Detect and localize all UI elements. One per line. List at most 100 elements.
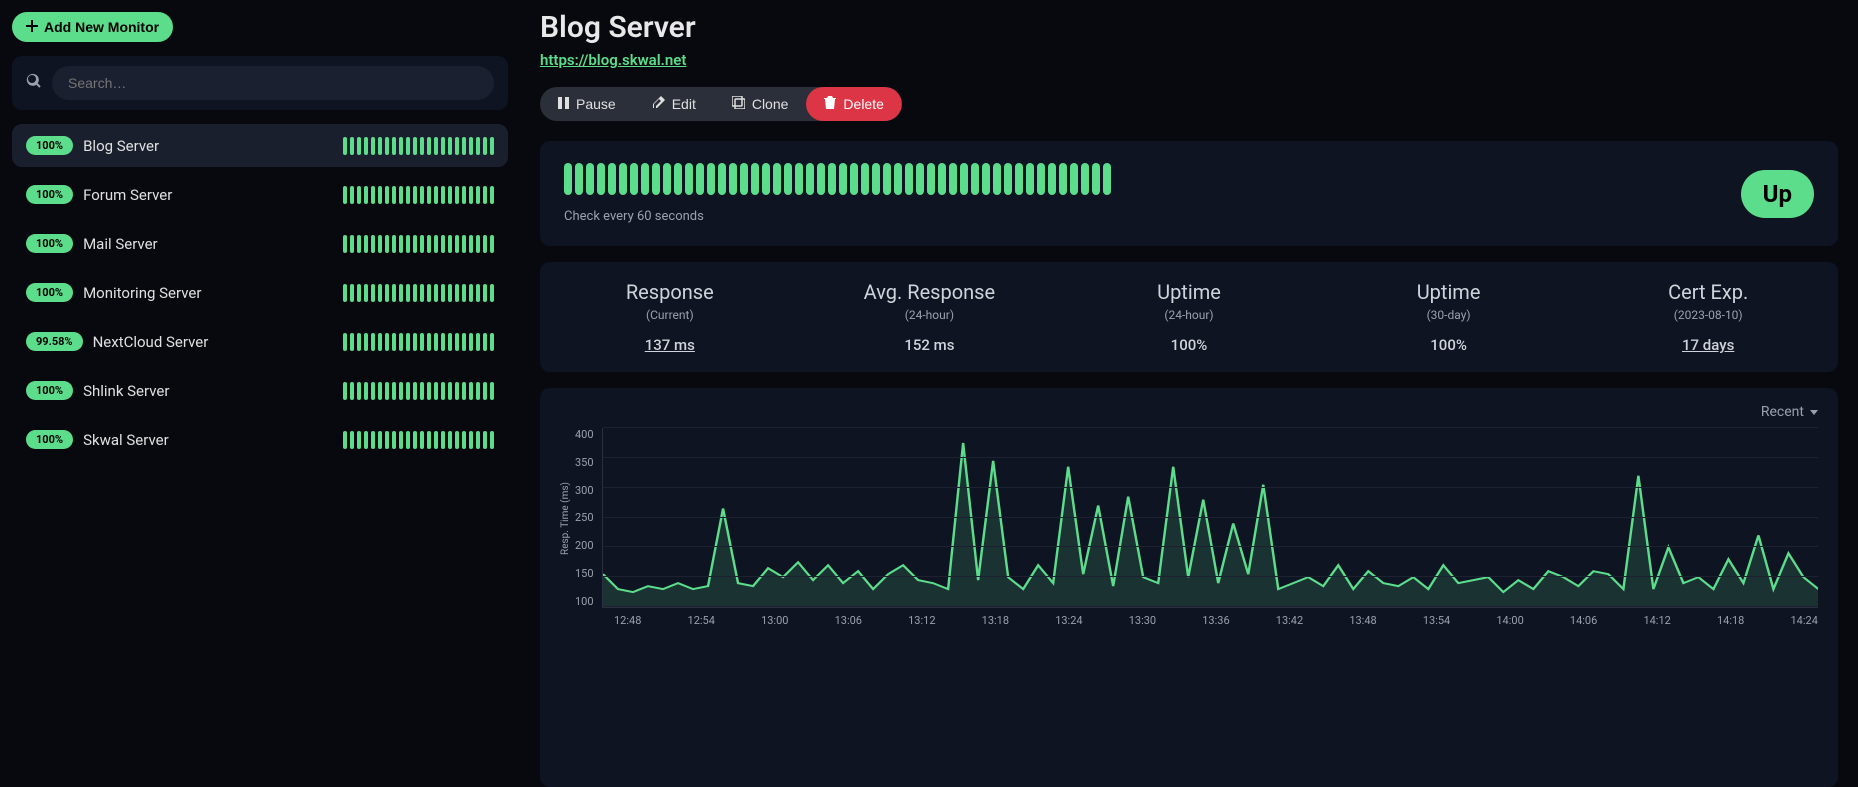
stat-value[interactable]: 137 ms — [540, 336, 800, 354]
edit-button[interactable]: Edit — [634, 87, 714, 121]
monitor-name: Forum Server — [83, 186, 172, 204]
stat-uptime: Uptime (24-hour) 100% — [1059, 280, 1319, 354]
y-tick: 200 — [575, 539, 594, 552]
stat-value: 100% — [1059, 336, 1319, 354]
stat-avg-response: Avg. Response (24-hour) 152 ms — [800, 280, 1060, 354]
chart-card: Recent Resp. Time (ms) 40035030025020015… — [540, 388, 1838, 787]
monitor-name: Skwal Server — [83, 431, 169, 449]
y-tick: 100 — [575, 595, 594, 608]
uptime-badge: 100% — [26, 136, 73, 155]
sidebar-item-monitoring-server[interactable]: 100% Monitoring Server — [12, 271, 508, 314]
pause-label: Pause — [576, 96, 616, 112]
y-tick: 150 — [575, 567, 594, 580]
sidebar-item-shlink-server[interactable]: 100%Shlink Server — [12, 369, 508, 412]
edit-icon — [652, 96, 665, 112]
main-panel: Blog Server https://blog.skwal.net Pause… — [520, 0, 1858, 787]
x-tick: 14:00 — [1496, 614, 1523, 627]
stats-row: Response (Current) 137 msAvg. Response (… — [540, 262, 1838, 372]
mini-heartbeat — [343, 333, 494, 351]
pause-icon — [558, 96, 569, 112]
chart-range-label: Recent — [1761, 404, 1804, 420]
delete-button[interactable]: Delete — [806, 87, 901, 121]
x-tick: 13:30 — [1129, 614, 1156, 627]
response-chart: Resp. Time (ms) 400350300250200150100 — [560, 428, 1818, 608]
x-tick: 13:42 — [1276, 614, 1303, 627]
trash-icon — [824, 96, 836, 112]
x-tick: 14:24 — [1791, 614, 1818, 627]
check-interval-text: Check every 60 seconds — [564, 209, 1111, 224]
x-tick: 13:48 — [1349, 614, 1376, 627]
stat-value: 100% — [1319, 336, 1579, 354]
pause-button[interactable]: Pause — [540, 87, 634, 121]
stat-title: Cert Exp. — [1578, 280, 1838, 304]
search-icon — [26, 73, 42, 93]
status-card: Check every 60 seconds Up — [540, 141, 1838, 246]
stat-title: Uptime — [1319, 280, 1579, 304]
edit-label: Edit — [672, 96, 696, 112]
x-tick: 13:12 — [908, 614, 935, 627]
search-input[interactable] — [52, 66, 494, 100]
stat-sub: (30-day) — [1319, 308, 1579, 322]
uptime-badge: 100% — [26, 234, 73, 253]
plus-icon — [26, 19, 38, 35]
x-tick: 14:06 — [1570, 614, 1597, 627]
sidebar: Add New Monitor 100% Blog Server 100% Forum… — [0, 0, 520, 787]
x-tick: 14:12 — [1643, 614, 1670, 627]
x-tick: 13:24 — [1055, 614, 1082, 627]
monitor-name: Monitoring Server — [83, 284, 201, 302]
delete-label: Delete — [843, 96, 883, 112]
stat-value[interactable]: 17 days — [1578, 336, 1838, 354]
chevron-down-icon — [1810, 410, 1818, 415]
uptime-badge: 100% — [26, 283, 73, 302]
monitor-list: 100% Blog Server 100% Forum Server 100% Mail … — [12, 124, 508, 461]
sidebar-item-forum-server[interactable]: 100% Forum Server — [12, 173, 508, 216]
clone-icon — [732, 96, 745, 112]
stat-title: Uptime — [1059, 280, 1319, 304]
x-tick: 12:48 — [614, 614, 641, 627]
sidebar-item-blog-server[interactable]: 100% Blog Server — [12, 124, 508, 167]
y-axis: 400350300250200150100 — [575, 428, 602, 608]
sidebar-item-nextcloud-server[interactable]: 99.58%NextCloud Server — [12, 320, 508, 363]
status-badge: Up — [1741, 170, 1814, 218]
x-axis: 12:48 12:54 13:00 13:06 13:12 13:18 13:24 13:30… — [560, 614, 1818, 627]
x-tick: 13:54 — [1423, 614, 1450, 627]
stat-title: Avg. Response — [800, 280, 1060, 304]
mini-heartbeat — [343, 284, 494, 302]
x-tick: 12:54 — [688, 614, 715, 627]
clone-button[interactable]: Clone — [714, 87, 807, 121]
sidebar-item-mail-server[interactable]: 100% Mail Server — [12, 222, 508, 265]
stat-cert-exp-: Cert Exp. (2023-08-10) 17 days — [1578, 280, 1838, 354]
y-tick: 350 — [575, 456, 594, 469]
clone-label: Clone — [752, 96, 789, 112]
mini-heartbeat — [343, 431, 494, 449]
monitor-name: NextCloud Server — [93, 333, 209, 351]
mini-heartbeat — [343, 382, 494, 400]
stat-response: Response (Current) 137 ms — [540, 280, 800, 354]
monitor-name: Mail Server — [83, 235, 158, 253]
mini-heartbeat — [343, 137, 494, 155]
monitor-url[interactable]: https://blog.skwal.net — [540, 51, 1838, 69]
add-monitor-label: Add New Monitor — [44, 19, 159, 35]
x-tick: 13:06 — [835, 614, 862, 627]
stat-title: Response — [540, 280, 800, 304]
search-box — [12, 56, 508, 110]
stat-sub: (24-hour) — [800, 308, 1060, 322]
add-monitor-button[interactable]: Add New Monitor — [12, 12, 173, 42]
stat-value: 152 ms — [800, 336, 1060, 354]
x-tick: 13:00 — [761, 614, 788, 627]
monitor-name: Blog Server — [83, 137, 159, 155]
mini-heartbeat — [343, 235, 494, 253]
uptime-badge: 100% — [26, 185, 73, 204]
sidebar-item-skwal-server[interactable]: 100% Skwal Server — [12, 418, 508, 461]
heartbeat-bars — [564, 163, 1111, 195]
mini-heartbeat — [343, 186, 494, 204]
y-tick: 400 — [575, 428, 594, 441]
stat-sub: (24-hour) — [1059, 308, 1319, 322]
stat-sub: (2023-08-10) — [1578, 308, 1838, 322]
uptime-badge: 100% — [26, 430, 73, 449]
y-tick: 250 — [575, 511, 594, 524]
x-tick: 13:18 — [982, 614, 1009, 627]
x-tick: 14:18 — [1717, 614, 1744, 627]
chart-range-selector[interactable]: Recent — [560, 404, 1818, 420]
stat-uptime: Uptime (30-day) 100% — [1319, 280, 1579, 354]
